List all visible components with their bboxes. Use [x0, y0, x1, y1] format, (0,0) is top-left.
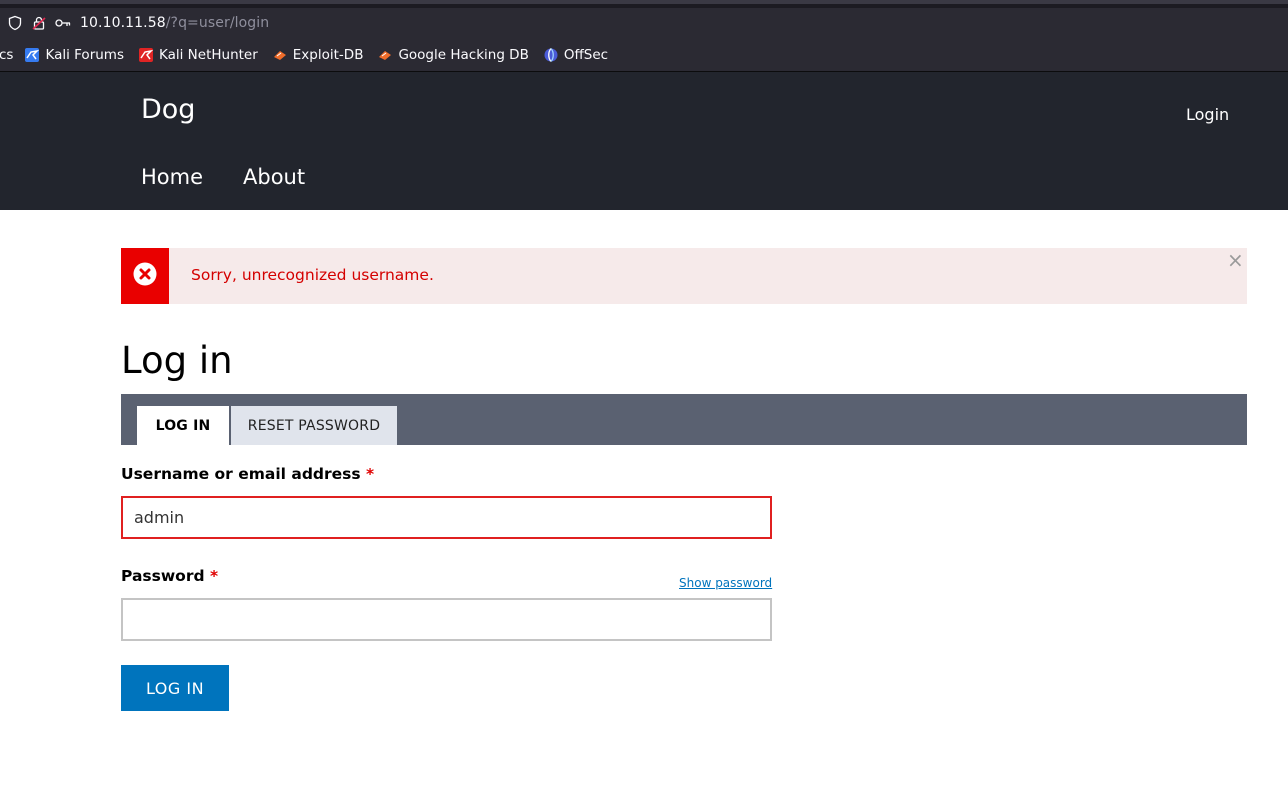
error-message: Sorry, unrecognized username. × — [121, 248, 1247, 304]
bookmark-label: Exploit-DB — [292, 46, 364, 63]
site-name-link[interactable]: Dog — [141, 94, 195, 125]
page-title: Log in — [121, 339, 233, 382]
error-badge — [121, 248, 169, 304]
bookmark-exploit-db[interactable]: Exploit-DB — [272, 46, 364, 63]
bookmark-label: Kali Forums — [45, 46, 124, 63]
log-in-button[interactable]: LOG IN — [121, 665, 229, 711]
bookmark-label: cs — [0, 46, 14, 63]
tab-reset-password[interactable]: RESET PASSWORD — [231, 406, 397, 445]
show-password-link[interactable]: Show password — [679, 576, 772, 590]
tab-log-in[interactable]: LOG IN — [137, 406, 229, 445]
password-label-text: Password — [121, 567, 205, 585]
bookmark-item[interactable]: cs — [0, 47, 13, 63]
bookmark-offsec[interactable]: OffSec — [543, 47, 608, 63]
bookmark-label: OffSec — [563, 46, 609, 63]
offsec-icon — [543, 47, 559, 63]
required-mark: * — [209, 567, 219, 585]
password-input[interactable] — [121, 598, 772, 641]
url-host: 10.10.11.58 — [80, 15, 166, 31]
url-bar-inner[interactable]: 10.10.11.58/?q=user/login — [0, 8, 1288, 38]
close-icon[interactable]: × — [1227, 250, 1244, 270]
bookmark-kali-forums[interactable]: Kali Forums — [24, 47, 124, 63]
error-message-text: Sorry, unrecognized username. — [191, 266, 434, 284]
key-icon[interactable] — [54, 14, 72, 32]
username-input[interactable] — [121, 496, 772, 539]
insecure-lock-icon[interactable] — [30, 14, 48, 32]
bookmark-kali-nethunter[interactable]: Kali NetHunter — [138, 47, 258, 63]
bookmark-google-hacking-db[interactable]: Google Hacking DB — [377, 46, 529, 63]
nethunter-icon — [138, 47, 154, 63]
exploit-db-icon — [272, 47, 288, 63]
tabs-bar: LOG IN RESET PASSWORD — [121, 394, 1247, 445]
password-label: Password * — [121, 567, 218, 585]
username-label-text: Username or email address — [121, 465, 361, 483]
browser-url-bar: 10.10.11.58/?q=user/login — [0, 0, 1288, 38]
shield-icon[interactable] — [6, 14, 24, 32]
site-header: Dog Login Home About — [0, 72, 1288, 210]
bookmark-label: Kali NetHunter — [158, 46, 258, 63]
nav-home-link[interactable]: Home — [141, 165, 203, 189]
kali-dragon-icon — [24, 47, 40, 63]
nav-about-link[interactable]: About — [243, 165, 305, 189]
bookmark-label: Google Hacking DB — [398, 46, 529, 63]
bookmarks-bar: cs Kali Forums Kali NetHunter Exploit-DB… — [0, 38, 1288, 72]
main-nav: Home About — [141, 165, 345, 189]
error-circle-x-icon — [133, 262, 157, 290]
url-text[interactable]: 10.10.11.58/?q=user/login — [80, 15, 269, 31]
url-path: /?q=user/login — [165, 15, 270, 31]
header-login-link[interactable]: Login — [1186, 105, 1229, 124]
ghdb-icon — [377, 47, 393, 63]
username-label: Username or email address * — [121, 465, 374, 483]
required-mark: * — [366, 465, 375, 483]
